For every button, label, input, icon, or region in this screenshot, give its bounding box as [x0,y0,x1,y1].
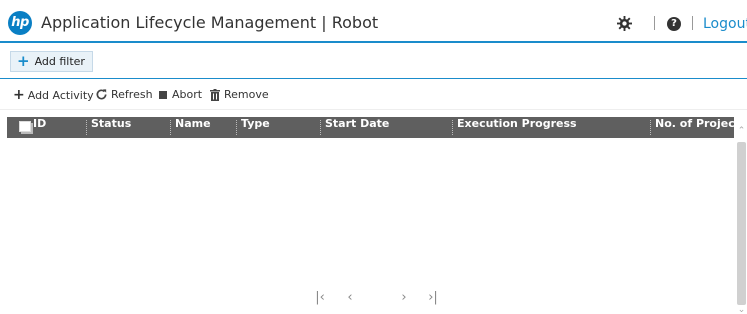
add-activity-button[interactable]: + Add Activity [13,88,94,102]
plus-icon: + [17,52,30,70]
column-divider [170,120,171,135]
column-header-name[interactable]: Name [175,117,211,138]
logout-link[interactable]: Logout [703,16,747,32]
app-title: Application Lifecycle Management | Robot [41,13,379,32]
scroll-up-icon[interactable]: ⌃ [736,126,747,136]
select-all-checkbox-icon[interactable] [19,121,31,132]
column-header-type[interactable]: Type [241,117,270,138]
help-icon[interactable]: ? [667,17,681,31]
header-divider [654,16,655,30]
column-divider [650,120,651,135]
trash-icon [210,88,220,101]
column-divider [320,120,321,135]
column-header-status[interactable]: Status [91,117,131,138]
scroll-down-icon[interactable]: ⌄ [736,306,747,314]
plus-icon: + [13,87,25,103]
hp-logo: hp [8,11,32,35]
remove-label: Remove [224,88,269,101]
abort-button[interactable]: Abort [159,88,202,101]
app-header: hp Application Lifecycle Management | Ro… [0,0,747,43]
grid-body [7,138,734,308]
refresh-label: Refresh [111,88,153,101]
header-divider [692,16,693,30]
remove-button[interactable]: Remove [210,88,269,101]
stop-icon [159,90,167,99]
add-filter-label: Add filter [34,55,85,68]
column-header-id[interactable]: ID [33,117,46,138]
vertical-scrollbar[interactable]: ⌃ ⌄ [736,118,747,314]
scrollbar-thumb[interactable] [737,142,746,305]
filter-bar: + Add filter [0,45,747,79]
last-page-icon[interactable]: ›| [426,290,440,306]
column-header-no-of-projects[interactable]: No. of Projects [655,117,747,138]
toolbar: + Add Activity Refresh Abort Remove [0,80,747,110]
column-divider [236,120,237,135]
column-header-execution-progress[interactable]: Execution Progress [457,117,577,138]
abort-label: Abort [172,88,203,101]
column-divider [86,120,87,135]
add-activity-label: Add Activity [27,88,94,102]
refresh-button[interactable]: Refresh [95,88,153,101]
gear-icon[interactable] [617,16,632,31]
refresh-icon [96,89,107,100]
column-header-start-date[interactable]: Start Date [325,117,389,138]
grid-header: ID Status Name Type Start Date Execution… [7,117,747,138]
next-page-icon[interactable]: › [397,290,411,306]
column-divider [452,120,453,135]
add-filter-button[interactable]: + Add filter [10,51,93,72]
first-page-icon[interactable]: |‹ [313,290,327,306]
previous-page-icon[interactable]: ‹ [343,290,357,306]
